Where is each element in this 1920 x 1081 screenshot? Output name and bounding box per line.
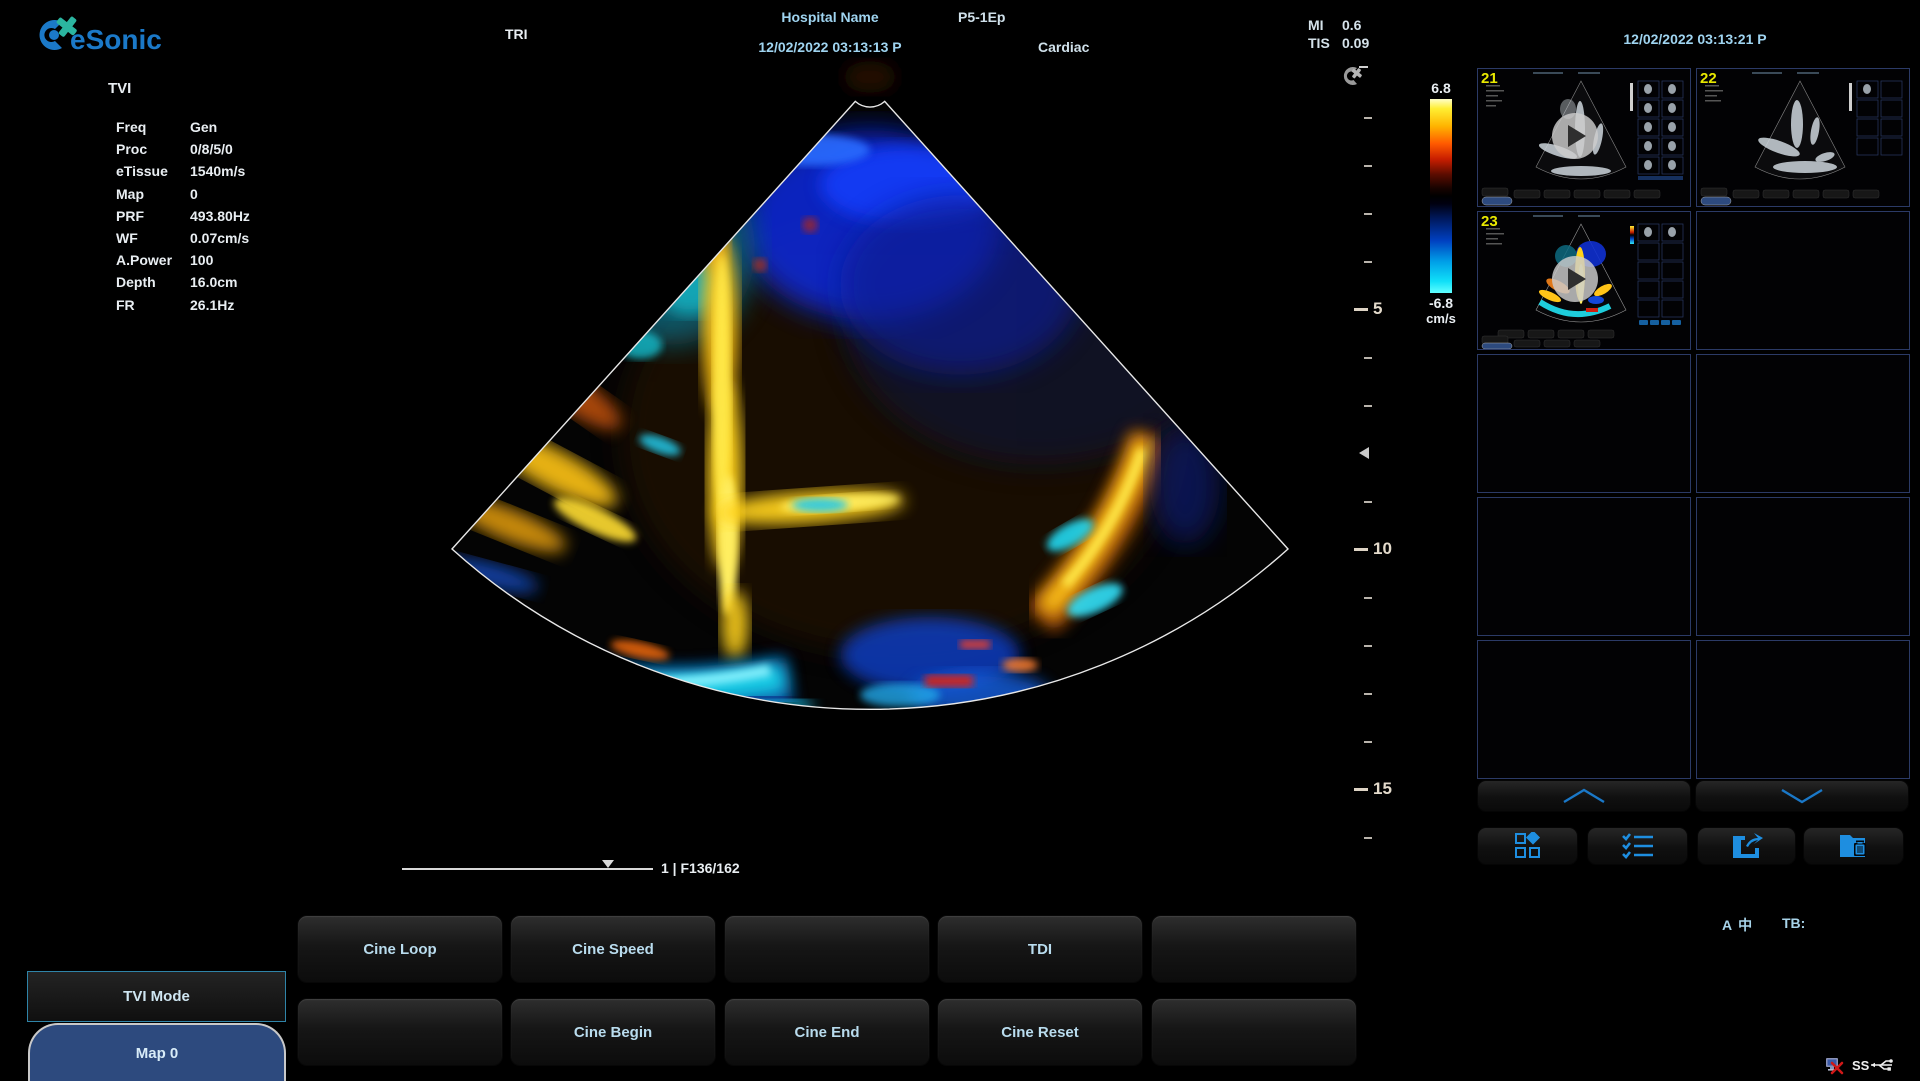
- ruler-tick: [1364, 741, 1372, 743]
- param-row: WF0.07cm/s: [116, 227, 250, 249]
- network-disconnected-icon: [1824, 1055, 1844, 1075]
- mi-value: 0.6: [1342, 17, 1361, 33]
- ruler-tick: [1364, 693, 1372, 695]
- usb-trident-icon: [1869, 1058, 1895, 1072]
- softkey-blank[interactable]: [297, 998, 503, 1066]
- review-list-button[interactable]: [1587, 827, 1688, 865]
- map-button[interactable]: Map 0: [28, 1023, 286, 1081]
- chevron-up-icon: [1558, 787, 1610, 805]
- ruler-tick: [1364, 261, 1372, 263]
- focus-marker[interactable]: [1359, 447, 1369, 459]
- language-indicator: 中: [1738, 917, 1752, 933]
- image-parameter-panel: FreqGen Proc0/8/5/0 eTissue1540m/s Map0 …: [116, 116, 250, 316]
- frame-counter: 1 | F136/162: [661, 860, 740, 876]
- thumbnail-empty-cell: [1696, 354, 1910, 493]
- tis-value: 0.09: [1342, 35, 1369, 51]
- softkey-cine-begin[interactable]: Cine Begin: [510, 998, 716, 1066]
- thumbnail-scroll-up-button[interactable]: [1477, 780, 1691, 812]
- trackball-hint: TB:: [1782, 915, 1805, 931]
- input-status: A中: [1722, 915, 1758, 935]
- thumbnail-empty-cell: [1696, 211, 1910, 350]
- thumbnail-empty-cell: [1696, 640, 1910, 779]
- thumbnail-clip[interactable]: 22: [1696, 68, 1910, 207]
- softkey-cine-speed[interactable]: Cine Speed: [510, 915, 716, 983]
- layout-view-button[interactable]: [1477, 827, 1578, 865]
- caps-indicator: A: [1722, 917, 1732, 933]
- thumbnail-number: 22: [1700, 70, 1717, 87]
- ruler-tick: [1364, 117, 1372, 119]
- ruler-major-10: 10: [1354, 539, 1392, 559]
- thumbnail-empty-cell: [1696, 497, 1910, 636]
- exam-type: Cardiac: [1038, 39, 1089, 55]
- ruler-major-5: 5: [1354, 299, 1382, 319]
- ruler-tick: [1364, 165, 1372, 167]
- ruler-tick: [1364, 405, 1372, 407]
- colorbar-min-velocity: -6.8: [1414, 295, 1468, 311]
- ruler-tick: [1364, 501, 1372, 503]
- tvi-mode-button[interactable]: TVI Mode: [27, 971, 286, 1022]
- play-icon[interactable]: [1552, 256, 1598, 302]
- esonic-logo: eSonic: [28, 8, 198, 60]
- export-button[interactable]: [1697, 827, 1796, 865]
- tis-label: TIS: [1308, 34, 1342, 52]
- checklist-icon: [1621, 832, 1655, 860]
- delete-button[interactable]: [1803, 827, 1904, 865]
- param-row: PRF493.80Hz: [116, 205, 250, 227]
- ruler-tick: [1364, 837, 1372, 839]
- colorbar-unit: cm/s: [1418, 311, 1464, 326]
- logo-text: eSonic: [70, 24, 162, 55]
- ruler-tick: [1364, 213, 1372, 215]
- softkey-cine-loop[interactable]: Cine Loop: [297, 915, 503, 983]
- softkey-blank[interactable]: [1151, 915, 1357, 983]
- softkey-cine-end[interactable]: Cine End: [724, 998, 930, 1066]
- system-tray: SS: [1824, 1055, 1895, 1075]
- preset-label: TRI: [505, 26, 528, 42]
- clipboard-datetime: 12/02/2022 03:13:21 P: [1560, 31, 1830, 47]
- thumbnail-clip[interactable]: 21: [1477, 68, 1691, 207]
- acquisition-datetime: 12/02/2022 03:13:13 P: [700, 39, 960, 55]
- doppler-colorbar: [1430, 99, 1452, 293]
- imaging-mode-label: TVI: [108, 80, 131, 97]
- thumbnail-clip[interactable]: 23: [1477, 211, 1691, 350]
- usb-indicator: SS: [1852, 1058, 1895, 1073]
- param-row: Depth16.0cm: [116, 271, 250, 293]
- thumbnail-empty-cell: [1477, 497, 1691, 636]
- softkey-cine-reset[interactable]: Cine Reset: [937, 998, 1143, 1066]
- cine-progress-bar[interactable]: [402, 868, 653, 870]
- colorbar-max-velocity: 6.8: [1418, 80, 1464, 96]
- ruler-tick: [1364, 597, 1372, 599]
- play-icon[interactable]: [1552, 113, 1598, 159]
- usb-ss-label: SS: [1852, 1058, 1869, 1073]
- param-row: FR26.1Hz: [116, 294, 250, 316]
- param-row: FreqGen: [116, 116, 250, 138]
- ruler-tick: [1364, 357, 1372, 359]
- ruler-tick: [1364, 645, 1372, 647]
- hospital-name: Hospital Name: [720, 9, 940, 25]
- thumbnail-number: 21: [1481, 70, 1498, 87]
- trash-icon: [1837, 832, 1871, 860]
- softkey-blank[interactable]: [724, 915, 930, 983]
- probe-name: P5-1Ep: [958, 9, 1005, 25]
- thumbnail-scroll-down-button[interactable]: [1695, 780, 1909, 812]
- thumbnail-grid: 21: [1477, 68, 1910, 779]
- softkey-blank[interactable]: [1151, 998, 1357, 1066]
- acoustic-output-indices: MI0.6 TIS0.09: [1308, 16, 1369, 52]
- param-row: eTissue1540m/s: [116, 160, 250, 182]
- param-row: A.Power100: [116, 249, 250, 271]
- thumbnail-empty-cell: [1477, 354, 1691, 493]
- grid-layout-icon: [1513, 832, 1543, 860]
- export-icon: [1730, 832, 1764, 860]
- chevron-down-icon: [1776, 787, 1828, 805]
- thumbnail-empty-cell: [1477, 640, 1691, 779]
- softkey-tdi[interactable]: TDI: [937, 915, 1143, 983]
- ruler-major-15: 15: [1354, 779, 1392, 799]
- mi-label: MI: [1308, 16, 1342, 34]
- cine-position-marker[interactable]: [602, 860, 614, 868]
- param-row: Map0: [116, 183, 250, 205]
- depth-ruler: 5 10 15: [1354, 70, 1414, 860]
- ultrasound-image: [340, 55, 1350, 735]
- param-row: Proc0/8/5/0: [116, 138, 250, 160]
- thumbnail-number: 23: [1481, 213, 1498, 230]
